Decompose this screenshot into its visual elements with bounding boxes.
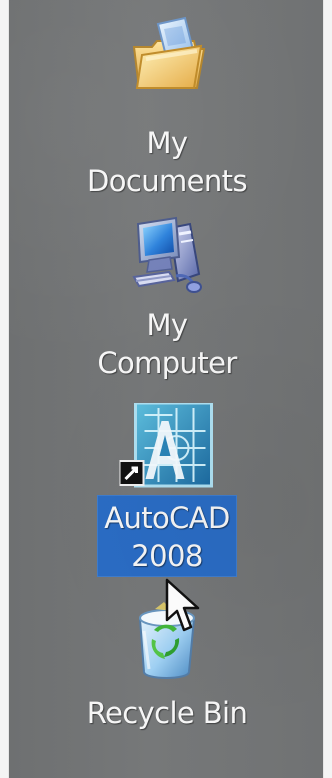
folder-with-paper-icon bbox=[132, 16, 206, 89]
icon-label-autocad-2008[interactable]: AutoCAD 2008 bbox=[97, 495, 237, 577]
icon-label-recycle-bin[interactable]: Recycle Bin bbox=[9, 694, 323, 732]
desktop[interactable]: My Documents My Computer AutoCAD 2008 Re… bbox=[8, 0, 324, 778]
icon-label-my-computer[interactable]: My Computer bbox=[9, 306, 323, 382]
desktop-icon-autocad-2008[interactable]: AutoCAD 2008 bbox=[9, 403, 323, 581]
computer-icon bbox=[132, 216, 202, 293]
desktop-icon-my-computer[interactable]: My Computer bbox=[9, 214, 323, 394]
desktop-icon-my-documents[interactable]: My Documents bbox=[9, 16, 323, 201]
icon-label-my-documents[interactable]: My Documents bbox=[9, 124, 323, 200]
mouse-pointer-icon bbox=[165, 578, 200, 632]
autocad-icon bbox=[119, 403, 213, 488]
